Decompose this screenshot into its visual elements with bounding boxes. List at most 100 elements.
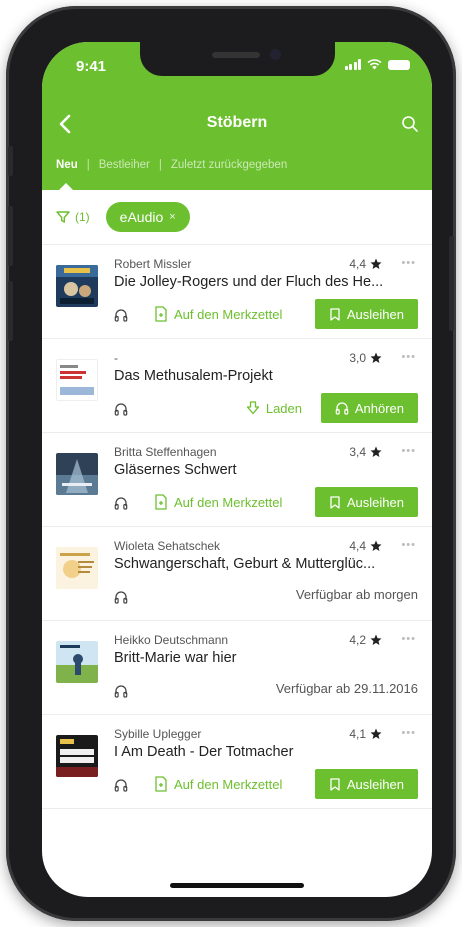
book-rating: 4,4	[349, 539, 382, 553]
filter-icon[interactable]	[56, 210, 70, 224]
borrow-button[interactable]: Ausleihen	[314, 299, 418, 329]
bookmark-icon	[330, 777, 340, 791]
book-title: I Am Death - Der Totmacher	[114, 744, 294, 760]
more-options-icon[interactable]: •••	[401, 633, 416, 645]
status-icons	[344, 59, 410, 70]
list-item[interactable]: Wioleta Sehatschek 4,4 ••• Schwangerscha…	[42, 527, 432, 621]
tab-separator: |	[86, 159, 90, 171]
rating-value: 3,4	[349, 445, 366, 459]
headphones-icon	[114, 779, 128, 792]
book-rating: 3,4	[349, 445, 382, 459]
star-icon	[370, 258, 382, 269]
book-title: Schwangerschaft, Geburt & Mutterglüc...	[114, 556, 376, 572]
download-icon	[246, 401, 259, 415]
tab-indicator	[59, 183, 73, 190]
search-icon[interactable]	[400, 114, 420, 134]
borrow-label: Ausleihen	[346, 306, 404, 322]
rating-value: 4,4	[349, 257, 366, 271]
notch	[140, 42, 335, 76]
rating-value: 4,4	[349, 539, 366, 553]
bookmark-icon	[330, 495, 340, 509]
list-item[interactable]: Britta Steffenhagen 3,4 ••• Gläsernes Sc…	[42, 433, 432, 527]
book-rating: 4,2	[349, 633, 382, 647]
borrow-button[interactable]: Ausleihen	[314, 487, 418, 517]
star-icon	[370, 728, 382, 739]
rating-value: 4,1	[349, 727, 366, 741]
headphones-icon	[114, 497, 128, 510]
add-to-watchlist-link[interactable]: Auf den Merkzettel	[154, 771, 282, 797]
note-add-icon	[155, 494, 167, 510]
headphones-icon	[114, 591, 128, 604]
home-indicator[interactable]	[170, 883, 304, 888]
tab-zuletzt-zurueckgegeben[interactable]: Zuletzt zurückgegeben	[171, 159, 287, 171]
rating-value: 3,0	[349, 351, 366, 365]
star-icon	[370, 446, 382, 457]
borrow-button[interactable]: Ausleihen	[314, 769, 418, 799]
watchlist-label: Auf den Merkzettel	[174, 494, 283, 510]
book-title: Gläsernes Schwert	[114, 462, 237, 478]
book-author: -	[114, 351, 118, 365]
chip-label: eAudio	[119, 209, 164, 225]
add-to-watchlist-link[interactable]: Auf den Merkzettel	[154, 301, 282, 327]
more-options-icon[interactable]: •••	[401, 445, 416, 457]
book-title: Das Methusalem-Projekt	[114, 368, 273, 384]
mute-switch	[8, 146, 13, 176]
book-cover	[56, 265, 98, 307]
book-rating: 3,0	[349, 351, 382, 365]
speaker	[212, 52, 260, 58]
book-cover	[56, 453, 98, 495]
star-icon	[370, 352, 382, 363]
watchlist-label: Auf den Merkzettel	[174, 306, 283, 322]
list-item[interactable]: Heikko Deutschmann 4,2 ••• Britt-Marie w…	[42, 621, 432, 715]
book-cover	[56, 359, 98, 401]
page-title: Stöbern	[206, 114, 268, 131]
listen-button[interactable]: Anhören	[320, 393, 418, 423]
book-author: Britta Steffenhagen	[114, 445, 217, 459]
download-label: Laden	[265, 400, 302, 416]
wifi-icon	[367, 59, 382, 70]
battery-icon	[388, 59, 410, 70]
tab-separator: |	[158, 159, 162, 171]
more-options-icon[interactable]: •••	[401, 257, 416, 269]
book-rating: 4,4	[349, 257, 382, 271]
volume-up-button	[8, 206, 13, 266]
note-add-icon	[155, 306, 167, 322]
headphones-icon	[114, 403, 128, 416]
phone-frame: 9:41 Stöbern Neu | Bestleiher | Zuletzt …	[6, 6, 456, 921]
status-time: 9:41	[76, 58, 107, 75]
rating-value: 4,2	[349, 633, 366, 647]
listen-label: Anhören	[354, 400, 404, 416]
tab-bestleiher[interactable]: Bestleiher	[99, 159, 150, 171]
volume-down-button	[8, 281, 13, 341]
add-to-watchlist-link[interactable]: Auf den Merkzettel	[154, 489, 282, 515]
book-cover	[56, 641, 98, 683]
book-author: Heikko Deutschmann	[114, 633, 229, 647]
borrow-label: Ausleihen	[346, 494, 404, 510]
star-icon	[370, 540, 382, 551]
more-options-icon[interactable]: •••	[401, 351, 416, 363]
list-item[interactable]: Sybille Uplegger 4,1 ••• I Am Death - De…	[42, 715, 432, 809]
watchlist-label: Auf den Merkzettel	[174, 776, 283, 792]
filter-chip-eaudio[interactable]: eAudio ×	[105, 202, 190, 232]
close-icon[interactable]: ×	[169, 211, 175, 223]
more-options-icon[interactable]: •••	[401, 539, 416, 551]
list-item[interactable]: - 3,0 ••• Das Methusalem-Projekt Laden A…	[42, 339, 432, 433]
download-link[interactable]: Laden	[246, 395, 302, 421]
availability-text: Verfügbar ab morgen	[295, 587, 418, 602]
book-rating: 4,1	[349, 727, 382, 741]
signal-icon	[344, 59, 361, 70]
book-cover	[56, 547, 98, 589]
list-item[interactable]: Robert Missler 4,4 ••• Die Jolley-Rogers…	[42, 245, 432, 339]
star-icon	[370, 634, 382, 645]
headphones-icon	[114, 685, 128, 698]
camera-icon	[270, 49, 281, 60]
more-options-icon[interactable]: •••	[401, 727, 416, 739]
power-button	[449, 236, 454, 331]
headphones-icon	[114, 309, 128, 322]
filter-count[interactable]: (1)	[75, 210, 90, 224]
headphones-icon	[335, 402, 349, 415]
book-list: Robert Missler 4,4 ••• Die Jolley-Rogers…	[42, 245, 432, 809]
tab-neu[interactable]: Neu	[56, 159, 78, 171]
filter-row: (1) eAudio ×	[42, 190, 432, 245]
bookmark-icon	[330, 307, 340, 321]
